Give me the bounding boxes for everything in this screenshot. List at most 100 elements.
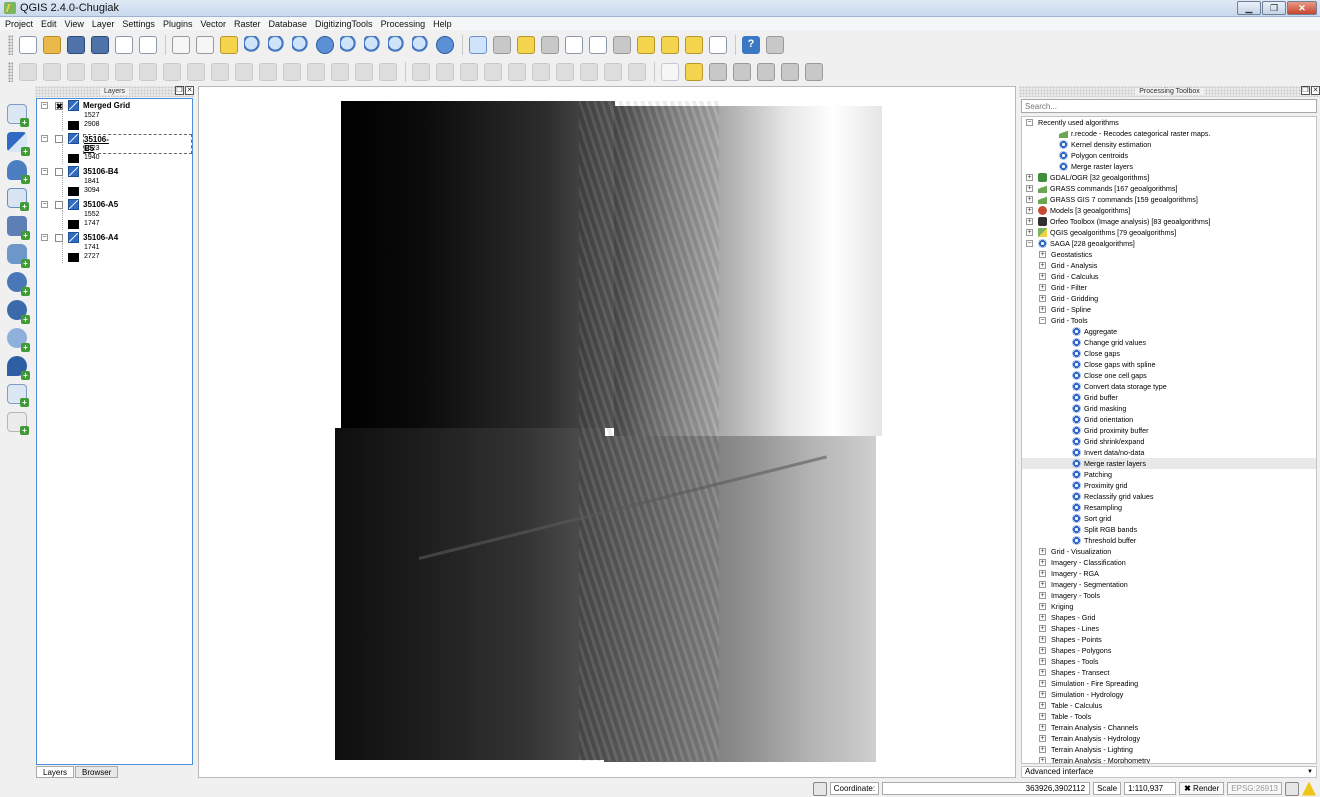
rotate-feature-icon[interactable] <box>379 63 397 81</box>
algorithm-tree-row[interactable]: Close gaps <box>1022 348 1316 359</box>
undo-icon[interactable] <box>19 63 37 81</box>
collapse-icon[interactable]: − <box>1039 317 1046 324</box>
collapse-icon[interactable]: − <box>41 234 48 241</box>
expand-icon[interactable]: + <box>1039 306 1046 313</box>
expand-icon[interactable]: + <box>1039 658 1046 665</box>
algorithm-tree-row[interactable]: Merge raster layers <box>1022 161 1316 172</box>
save-as-icon[interactable] <box>91 35 109 54</box>
expand-icon[interactable]: + <box>1039 636 1046 643</box>
algorithm-tree-row[interactable]: Threshold buffer <box>1022 535 1316 546</box>
zoom-last-icon[interactable] <box>388 35 406 54</box>
algorithm-tree-row[interactable]: Close one cell gaps <box>1022 370 1316 381</box>
algorithm-tree-row[interactable]: Grid proximity buffer <box>1022 425 1316 436</box>
algorithm-tree-row[interactable]: + Geostatistics <box>1022 249 1316 260</box>
zoom-to-selection-icon[interactable] <box>340 35 358 54</box>
tab-browser[interactable]: Browser <box>75 766 119 778</box>
layer-name[interactable]: 35106-A4 <box>83 233 118 242</box>
close-panel-icon[interactable]: ✕ <box>185 86 194 95</box>
algorithm-tree-row[interactable]: + Shapes - Grid <box>1022 612 1316 623</box>
label-toolbar-icon[interactable] <box>661 63 679 81</box>
layer-item[interactable]: − 35106-B5 1523 1940 <box>37 132 192 165</box>
add-wms-layer-icon[interactable] <box>7 272 30 296</box>
algorithm-tree[interactable]: − Recently used algorithms r.recode - Reco… <box>1021 116 1317 764</box>
pan-icon[interactable] <box>196 35 214 54</box>
zoom-next-icon[interactable] <box>412 35 430 54</box>
float-panel-icon[interactable]: ❐ <box>1301 86 1310 95</box>
menu-digitizingtools[interactable]: DigitizingTools <box>315 19 373 29</box>
help-icon[interactable]: ? <box>742 35 760 54</box>
menu-view[interactable]: View <box>65 19 84 29</box>
split-features-icon[interactable] <box>235 63 253 81</box>
expand-icon[interactable]: + <box>1039 713 1046 720</box>
layer-visibility-checkbox[interactable] <box>55 135 63 143</box>
expand-icon[interactable]: + <box>1039 647 1046 654</box>
menu-processing[interactable]: Processing <box>381 19 426 29</box>
move-feature-icon[interactable] <box>508 63 526 81</box>
new-spatialite-layer-icon[interactable] <box>7 412 29 435</box>
layer-visibility-checkbox[interactable] <box>55 234 63 242</box>
algorithm-tree-row[interactable]: + Table - Calculus <box>1022 700 1316 711</box>
expand-icon[interactable]: + <box>1026 185 1033 192</box>
expand-icon[interactable]: + <box>1039 702 1046 709</box>
algorithm-tree-row[interactable]: + Shapes - Polygons <box>1022 645 1316 656</box>
node-tool-icon[interactable] <box>532 63 550 81</box>
expand-icon[interactable]: + <box>1039 570 1046 577</box>
add-ring-icon[interactable] <box>67 63 85 81</box>
algorithm-tree-row[interactable]: − Grid - Tools <box>1022 315 1316 326</box>
layer-name[interactable]: 35106-B4 <box>83 167 118 176</box>
algorithm-tree-row[interactable]: Sort grid <box>1022 513 1316 524</box>
delete-ring-icon[interactable] <box>139 63 157 81</box>
algorithm-tree-row[interactable]: + Shapes - Tools <box>1022 656 1316 667</box>
expand-icon[interactable]: + <box>1039 669 1046 676</box>
algorithm-tree-row[interactable]: Grid masking <box>1022 403 1316 414</box>
algorithm-tree-row[interactable]: + Imagery - Tools <box>1022 590 1316 601</box>
crs-status-button[interactable]: EPSG:26913 <box>1227 782 1282 795</box>
messages-warning-icon[interactable] <box>1302 781 1316 796</box>
algorithm-tree-row[interactable]: + Orfeo Toolbox (Image analysis) [83 geoa… <box>1022 216 1316 227</box>
expand-icon[interactable]: + <box>1039 581 1046 588</box>
save-edits-icon[interactable] <box>460 63 478 81</box>
add-mssql-layer-icon[interactable] <box>7 216 30 240</box>
expand-icon[interactable]: + <box>1039 735 1046 742</box>
crs-globe-icon[interactable] <box>1285 781 1299 796</box>
algorithm-tree-row[interactable]: Grid buffer <box>1022 392 1316 403</box>
layer-name[interactable]: 35106-A5 <box>83 200 118 209</box>
expand-icon[interactable]: + <box>1026 174 1033 181</box>
algorithm-tree-row[interactable]: + Shapes - Transect <box>1022 667 1316 678</box>
merge-attributes-icon[interactable] <box>307 63 325 81</box>
algorithm-tree-row[interactable]: + Grid - Spline <box>1022 304 1316 315</box>
add-part-icon[interactable] <box>91 63 109 81</box>
statistical-summary-icon[interactable] <box>589 35 607 54</box>
add-delimited-text-layer-icon[interactable] <box>7 356 30 380</box>
algorithm-tree-row[interactable]: + Imagery - Segmentation <box>1022 579 1316 590</box>
algorithm-tree-row[interactable]: Resampling <box>1022 502 1316 513</box>
expand-icon[interactable]: + <box>1039 592 1046 599</box>
collapse-icon[interactable]: − <box>1026 119 1033 126</box>
layer-item[interactable]: − 35106-A4 1741 2727 <box>37 231 192 264</box>
zoom-out-icon[interactable] <box>268 35 286 54</box>
layer-visibility-checkbox[interactable]: ✖ <box>55 102 63 111</box>
expand-icon[interactable]: + <box>1039 284 1046 291</box>
algorithm-tree-row[interactable]: + Terrain Analysis - Morphometry <box>1022 755 1316 763</box>
expand-icon[interactable]: + <box>1026 196 1033 203</box>
algorithm-tree-row[interactable]: Grid orientation <box>1022 414 1316 425</box>
add-raster-layer-icon[interactable] <box>7 132 30 156</box>
field-calculator-icon[interactable] <box>541 35 559 54</box>
zoom-to-layer-icon[interactable] <box>364 35 382 54</box>
expand-icon[interactable]: + <box>1039 548 1046 555</box>
simplify-icon[interactable] <box>355 63 373 81</box>
algorithm-tree-row[interactable]: + Terrain Analysis - Channels <box>1022 722 1316 733</box>
algorithm-tree-row[interactable]: + Imagery - Classification <box>1022 557 1316 568</box>
menu-layer[interactable]: Layer <box>92 19 115 29</box>
new-project-icon[interactable] <box>19 35 37 54</box>
maximize-button[interactable]: ❐ <box>1262 1 1286 15</box>
toggle-extents-icon[interactable] <box>812 781 827 796</box>
algorithm-tree-row[interactable]: + GRASS GIS 7 commands [159 geoalgorithms… <box>1022 194 1316 205</box>
save-project-icon[interactable] <box>67 35 85 54</box>
open-project-icon[interactable] <box>43 35 61 54</box>
expand-icon[interactable]: + <box>1039 251 1046 258</box>
merge-features-icon[interactable] <box>283 63 301 81</box>
algorithm-tree-row[interactable]: Merge raster layers <box>1022 458 1316 469</box>
whats-this-icon[interactable] <box>766 35 784 54</box>
algorithm-tree-row[interactable]: + Models [3 geoalgorithms] <box>1022 205 1316 216</box>
